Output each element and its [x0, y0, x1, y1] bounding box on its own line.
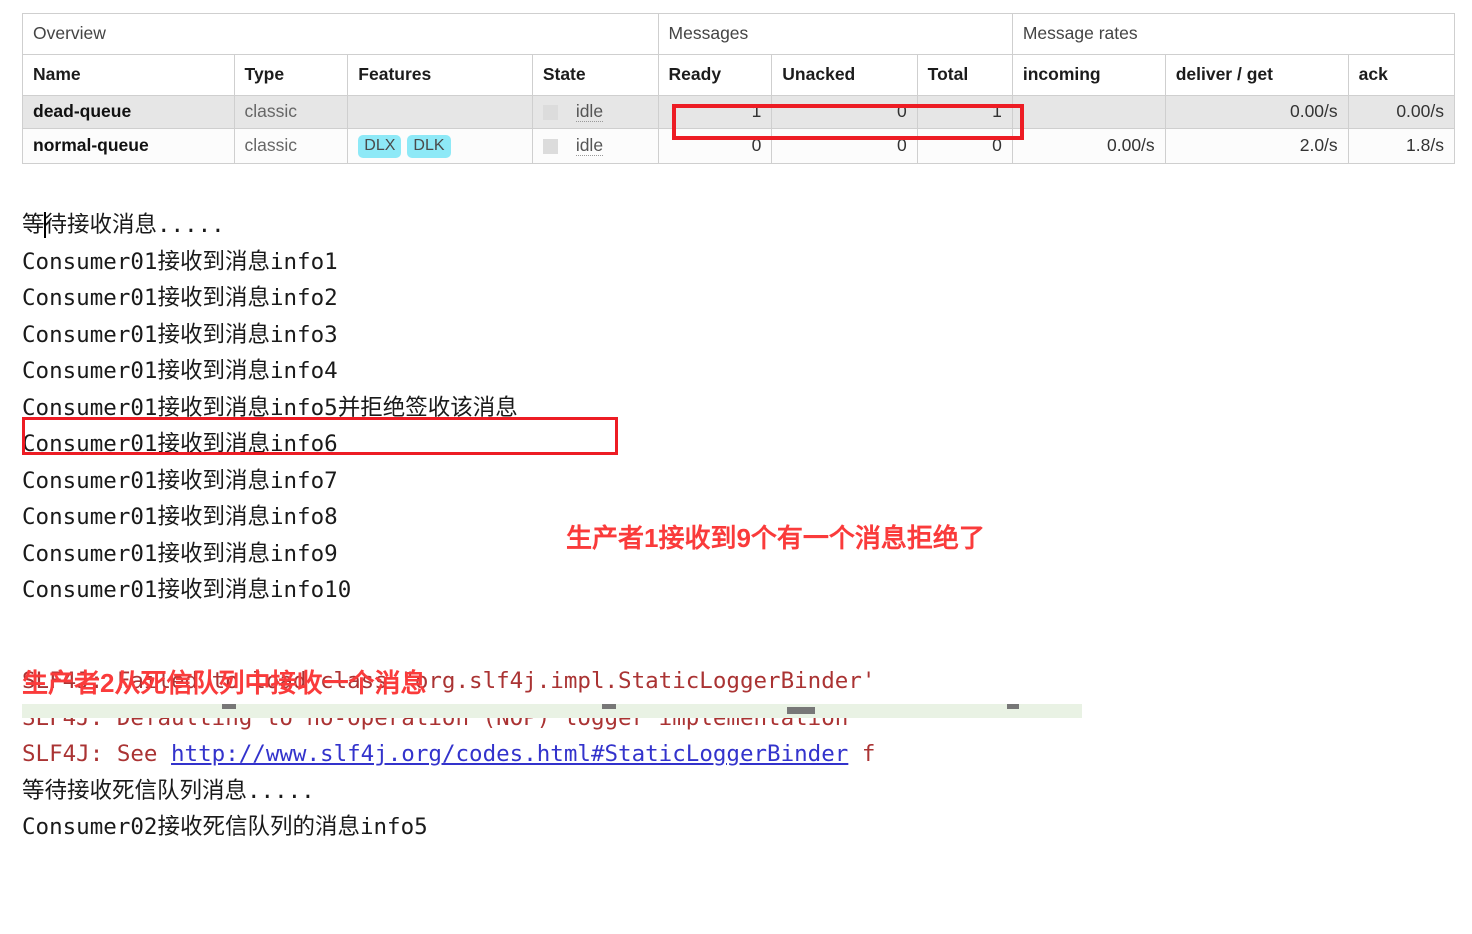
column-header-state[interactable]: State [531, 54, 659, 96]
queue-features-cell: DLX DLK [347, 128, 533, 164]
queue-ack-cell: 1.8/s [1347, 128, 1456, 164]
ghost-glyph [222, 704, 236, 709]
queue-name-cell[interactable]: dead-queue [22, 94, 235, 130]
queue-total-cell: 0 [916, 128, 1013, 164]
queue-state-cell: idle [531, 94, 659, 130]
column-header-ready[interactable]: Ready [657, 54, 773, 96]
queues-table: Overview Messages Message rates Name Typ… [22, 13, 1456, 164]
log-line: Consumer01接收到消息info2 [22, 285, 338, 311]
log-line: Consumer01接收到消息info1 [22, 248, 338, 275]
console-gap [22, 609, 1472, 646]
annotation-producer2: 生产者2从死信队列中接收一个消息 [22, 668, 427, 698]
log-line: Consumer01接收到消息info10 [22, 577, 352, 603]
group-header-overview: Overview [22, 13, 659, 55]
queue-state-label: idle [575, 101, 604, 123]
queue-incoming-cell [1011, 94, 1166, 130]
column-header-total[interactable]: Total [916, 54, 1013, 96]
ghost-glyph [787, 707, 815, 714]
queue-type-cell: classic [233, 128, 349, 164]
queue-unacked-cell: 0 [771, 94, 918, 130]
slf4j-codes-link[interactable]: http://www.slf4j.org/codes.html#StaticLo… [171, 741, 848, 767]
queue-name-cell[interactable]: normal-queue [22, 128, 235, 164]
annotation-producer1: 生产者1接收到9个有一个消息拒绝了 [566, 523, 985, 553]
log-line: Consumer01接收到消息info6 [22, 431, 338, 457]
table-group-header-row: Overview Messages Message rates [22, 13, 1456, 55]
log-line-slf4j-link: SLF4J: See http://www.slf4j.org/codes.ht… [22, 736, 1472, 773]
scrolled-console-band [22, 704, 1082, 718]
table-column-header-row: Name Type Features State Ready Unacked T… [22, 54, 1456, 96]
column-header-type[interactable]: Type [233, 54, 349, 96]
log-line: 等待接收死信队列消息..... [22, 777, 315, 804]
queue-deliver-get-cell: 0.00/s [1164, 94, 1349, 130]
queue-ready-cell: 0 [657, 128, 773, 164]
feature-badge-dlk: DLK [407, 135, 451, 158]
queue-features-cell [347, 94, 533, 130]
column-header-ack[interactable]: ack [1347, 54, 1456, 96]
log-line: Consumer02接收死信队列的消息info5 [22, 814, 428, 840]
log-line: Consumer01接收到消息info3 [22, 321, 338, 348]
queue-state-label: idle [575, 135, 604, 157]
queue-ack-cell: 0.00/s [1347, 94, 1456, 130]
ghost-glyph [1007, 704, 1019, 709]
queue-total-cell: 1 [916, 94, 1013, 130]
queue-state-cell: idle [531, 128, 659, 164]
state-swatch-icon [542, 104, 558, 120]
ghost-glyph [602, 704, 616, 709]
log-line-rejected: Consumer01接收到消息info5并拒绝签收该消息 [22, 394, 518, 421]
column-header-incoming[interactable]: incoming [1011, 54, 1166, 96]
log-slf4j-prefix: SLF4J: See [22, 741, 172, 767]
log-line: Consumer01接收到消息info7 [22, 467, 338, 494]
queues-table-header: Overview Messages Message rates Name Typ… [22, 13, 1456, 96]
table-row[interactable]: normal-queue classic DLX DLK idle 0 0 0 0… [22, 128, 1456, 164]
queue-unacked-cell: 0 [771, 128, 918, 164]
console-gap-small [22, 645, 1472, 663]
column-header-features[interactable]: Features [347, 54, 533, 96]
feature-badge-dlx: DLX [358, 135, 402, 158]
column-header-unacked[interactable]: Unacked [771, 54, 918, 96]
queues-table-body: dead-queue classic idle 1 0 1 0.00/s 0.0… [22, 94, 1456, 164]
queue-type-cell: classic [233, 94, 349, 130]
queue-deliver-get-cell: 2.0/s [1164, 128, 1349, 164]
log-line: 等待接收消息..... [22, 207, 1472, 244]
group-header-message-rates: Message rates [1011, 13, 1456, 55]
group-header-messages: Messages [657, 13, 1013, 55]
table-row[interactable]: dead-queue classic idle 1 0 1 0.00/s 0.0… [22, 94, 1456, 130]
state-swatch-icon [542, 138, 558, 154]
queue-ready-cell: 1 [657, 94, 773, 130]
column-header-name[interactable]: Name [22, 54, 235, 96]
log-slf4j-suffix: f [848, 741, 876, 767]
queue-incoming-cell: 0.00/s [1011, 128, 1166, 164]
column-header-deliver-get[interactable]: deliver / get [1164, 54, 1349, 96]
log-line: Consumer01接收到消息info4 [22, 358, 338, 384]
